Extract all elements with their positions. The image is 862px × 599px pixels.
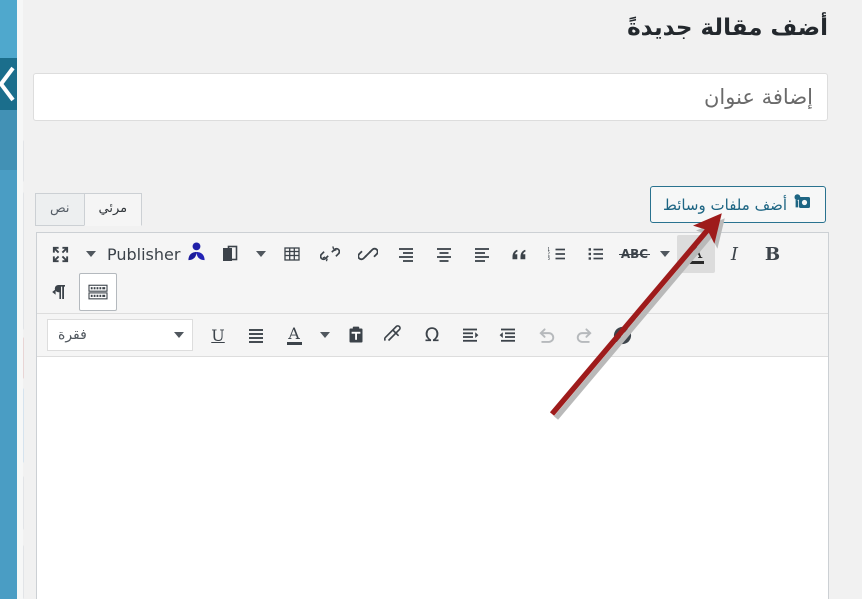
remove-link-button[interactable]: [311, 235, 349, 273]
post-editor: Publisher 1 2 3 ABC A I B فقرة U A Ω ?: [36, 232, 829, 599]
underline-icon: U: [211, 325, 225, 345]
italic-button[interactable]: I: [715, 235, 753, 273]
publisher-label: Publisher: [107, 244, 181, 264]
row2-more-caret[interactable]: [313, 316, 337, 354]
admin-sidebar-strip[interactable]: [0, 0, 17, 599]
insert-table-button[interactable]: [273, 235, 311, 273]
publisher-dropdown-caret[interactable]: [79, 235, 103, 273]
strikethrough-icon: ABC: [618, 247, 651, 261]
post-title-input[interactable]: [33, 73, 828, 121]
strip-segment-mid: [0, 110, 17, 170]
tab-text[interactable]: نص: [35, 193, 85, 226]
paste-as-text-button[interactable]: [337, 316, 375, 354]
post-title-wrapper: [33, 73, 828, 121]
italic-icon: I: [730, 243, 739, 265]
clear-formatting-button[interactable]: [375, 316, 413, 354]
blockquote-button[interactable]: [501, 235, 539, 273]
text-color-swatch: [688, 260, 704, 264]
table-dropdown-caret[interactable]: [249, 235, 273, 273]
publisher-logo-icon: [186, 241, 207, 267]
redo-button[interactable]: [565, 316, 603, 354]
toggle-toolbar-button[interactable]: [79, 273, 117, 311]
chevron-down-icon: [174, 332, 184, 338]
chevron-down-icon: [86, 251, 96, 257]
editor-mode-tabs: مرئي نص: [35, 193, 143, 226]
page-break-button[interactable]: [211, 235, 249, 273]
chevron-down-icon: [256, 251, 267, 257]
tab-visual[interactable]: مرئي: [83, 193, 143, 226]
outdent-button[interactable]: [489, 316, 527, 354]
text-direction-rtl-button[interactable]: [41, 273, 79, 311]
omega-icon: Ω: [424, 324, 440, 346]
ordered-list-button[interactable]: 1 2 3: [539, 235, 577, 273]
indent-button[interactable]: [451, 316, 489, 354]
editor-toolbar-row-2: فقرة U A Ω ?: [37, 314, 828, 357]
strikethrough-button[interactable]: ABC: [615, 235, 653, 273]
chevron-down-icon: [320, 332, 330, 338]
publisher-menu-button[interactable]: Publisher: [103, 241, 211, 267]
undo-button[interactable]: [527, 316, 565, 354]
svg-text:3: 3: [548, 256, 550, 262]
special-character-button[interactable]: Ω: [413, 316, 451, 354]
underline-color-letter: A: [288, 323, 300, 343]
underline-color-button[interactable]: A: [275, 316, 313, 354]
add-media-label: أضف ملفات وسائط: [662, 195, 787, 214]
unordered-list-button[interactable]: [577, 235, 615, 273]
keyboard-shortcuts-help-button[interactable]: ?: [603, 316, 641, 354]
svg-text:?: ?: [619, 328, 626, 342]
strip-segment-bottom: [0, 170, 17, 599]
underline-button[interactable]: U: [199, 316, 237, 354]
text-color-button[interactable]: A: [677, 235, 716, 273]
align-right-button[interactable]: [387, 235, 425, 273]
align-justify-button[interactable]: [237, 316, 275, 354]
chevron-left-icon[interactable]: [0, 62, 19, 106]
insert-link-button[interactable]: [349, 235, 387, 273]
align-left-button[interactable]: [463, 235, 501, 273]
bold-button[interactable]: B: [753, 235, 791, 273]
editor-content-area[interactable]: [37, 358, 828, 599]
editor-toolbar-row-1: Publisher 1 2 3 ABC A I B: [37, 233, 828, 314]
media-icon: [794, 193, 813, 215]
fullscreen-toggle-button[interactable]: [41, 235, 79, 273]
text-underline-a-icon: A: [286, 323, 302, 345]
strip-segment-top: [0, 0, 17, 58]
admin-page-root: أضف مقالة جديدةً مرئي نص أضف ملفات وسائط: [0, 0, 862, 599]
toolbar-more-caret[interactable]: [653, 235, 677, 273]
strike-line: [618, 254, 651, 256]
editor-toolbar-row-1-wrapped: [41, 273, 824, 311]
chevron-down-icon: [660, 251, 671, 257]
underline-color-swatch: [286, 341, 302, 345]
align-center-button[interactable]: [425, 235, 463, 273]
bold-icon: B: [764, 243, 781, 265]
page-title: أضف مقالة جديدةً: [627, 15, 828, 41]
paragraph-format-value: فقرة: [58, 327, 87, 343]
text-color-letter: A: [690, 242, 703, 262]
text-color-a-icon: A: [688, 242, 704, 264]
paragraph-format-select[interactable]: فقرة: [47, 319, 193, 351]
add-media-button[interactable]: أضف ملفات وسائط: [649, 186, 826, 223]
